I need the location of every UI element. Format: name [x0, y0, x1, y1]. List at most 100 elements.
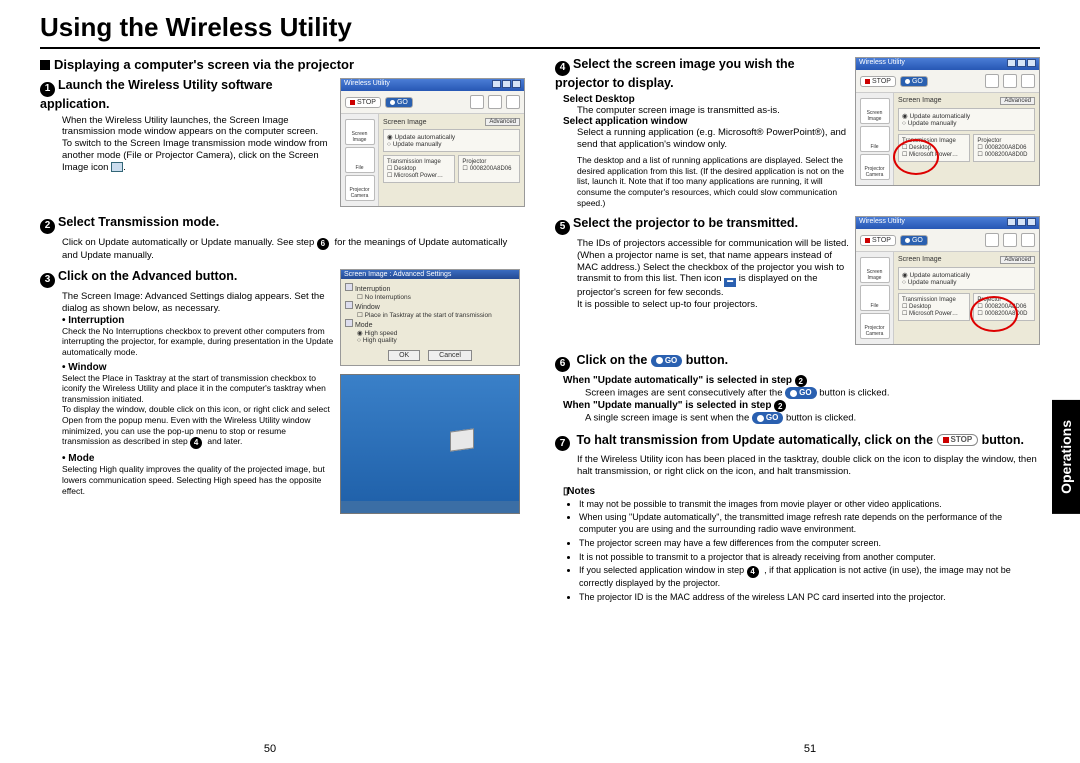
advanced-button[interactable]: Advanced: [1000, 97, 1035, 105]
projector-item[interactable]: 0008200A8D06: [977, 144, 1031, 151]
toolbar-icon[interactable]: [985, 74, 999, 88]
notes-heading: Notes: [563, 486, 1040, 497]
update-auto-radio[interactable]: Update automatically: [902, 112, 1031, 120]
note-item: It may not be possible to transmit the i…: [579, 499, 1040, 511]
window-body2: To display the window, double click on t…: [62, 404, 334, 449]
window-buttons[interactable]: [1006, 218, 1036, 228]
screen-image-icon: [111, 162, 123, 172]
select-appwin-label: Select application window: [563, 116, 849, 127]
step7-body: If the Wireless Utility icon has been pl…: [577, 454, 1040, 478]
go-button-inline: GO: [785, 387, 816, 399]
high-speed-radio[interactable]: High speed: [357, 329, 515, 337]
high-quality-radio[interactable]: High quality: [357, 337, 515, 344]
step2-number-icon: 2: [40, 219, 55, 234]
window-label: Window: [62, 362, 334, 373]
projector-badge-icon: ▬: [724, 278, 736, 287]
step5-heading: 5Select the projector to be transmitted.: [555, 216, 849, 235]
step1-number-icon: 1: [40, 82, 55, 97]
cancel-button[interactable]: Cancel: [428, 350, 472, 361]
side-screen-image-icon[interactable]: Screen Image: [345, 119, 375, 145]
mspower-check[interactable]: Microsoft Power…: [387, 172, 451, 179]
stop-button[interactable]: STOP: [345, 97, 381, 108]
wireless-utility-window-shot-3: Wireless Utility STOP GO Screen Image Fi…: [855, 216, 1040, 345]
left-column: Displaying a computer's screen via the p…: [40, 57, 525, 606]
toolbar-icon[interactable]: [488, 95, 502, 109]
page-number-left: 50: [0, 743, 540, 755]
dlg-interruption-label: Interruption: [345, 283, 515, 293]
step3-body: The Screen Image: Advanced Settings dial…: [62, 291, 334, 315]
side-file-icon[interactable]: File: [860, 126, 890, 152]
mspower-check[interactable]: Microsoft Power…: [902, 310, 966, 317]
note-item: It is not possible to transmit to a proj…: [579, 552, 1040, 564]
projector-item[interactable]: 0008200A8D06: [462, 165, 516, 172]
highlight-circle-icon: [970, 296, 1018, 332]
side-camera-icon[interactable]: Projector Camera: [860, 313, 890, 339]
note-item: The projector ID is the MAC address of t…: [579, 592, 1040, 604]
step1-body2: To switch to the Screen Image transmissi…: [62, 138, 334, 174]
update-auto-body: Screen images are sent consecutively aft…: [585, 387, 1040, 399]
step-ref-2-icon: 2: [774, 400, 786, 412]
step4-number-icon: 4: [555, 61, 570, 76]
update-auto-radio[interactable]: Update automatically: [902, 271, 1031, 279]
stop-button[interactable]: STOP: [860, 76, 896, 87]
section-heading: Displaying a computer's screen via the p…: [40, 57, 525, 72]
step-ref-4-icon: 4: [747, 566, 759, 578]
right-column: 4Select the screen image you wish the pr…: [555, 57, 1040, 606]
step2-heading: 2Select Transmission mode.: [40, 215, 525, 234]
stop-button[interactable]: STOP: [860, 235, 896, 246]
side-file-icon[interactable]: File: [860, 285, 890, 311]
advanced-button[interactable]: Advanced: [485, 118, 520, 126]
highlight-circle-icon: [893, 139, 939, 175]
advanced-button[interactable]: Advanced: [1000, 256, 1035, 264]
step4-heading: 4Select the screen image you wish the pr…: [555, 57, 849, 91]
step4-fine: The desktop and a list of running applic…: [577, 155, 849, 208]
side-screen-image-icon[interactable]: Screen Image: [860, 98, 890, 124]
step1-body: When the Wireless Utility launches, the …: [62, 115, 334, 139]
toolbar-icon[interactable]: [1003, 74, 1017, 88]
go-button[interactable]: GO: [900, 235, 928, 246]
window-buttons[interactable]: [491, 80, 521, 90]
side-tab-operations: Operations: [1052, 400, 1080, 514]
window-buttons[interactable]: [1006, 59, 1036, 69]
place-tasktray-check[interactable]: Place in Tasktray at the start of transm…: [357, 311, 515, 319]
go-button[interactable]: GO: [900, 76, 928, 87]
note-item: When using "Update automatically", the t…: [579, 512, 1040, 535]
desktop-check[interactable]: Desktop: [387, 165, 451, 172]
step5-body: The IDs of projectors accessible for com…: [577, 238, 849, 300]
side-camera-icon[interactable]: Projector Camera: [345, 175, 375, 201]
tray-projector-icon[interactable]: [450, 429, 474, 452]
toolbar-icon[interactable]: [1021, 233, 1035, 247]
no-interruptions-check[interactable]: No Interruptions: [357, 293, 515, 301]
advanced-settings-dialog-shot: Screen Image : Advanced Settings Interru…: [340, 269, 520, 366]
select-desktop-body: The computer screen image is transmitted…: [577, 105, 849, 117]
update-manual-radio[interactable]: Update manually: [902, 279, 1031, 286]
interruption-body: Check the No Interruptions checkbox to p…: [62, 326, 334, 358]
projector-item[interactable]: 0008200A8D0D: [977, 151, 1031, 158]
toolbar-icon[interactable]: [470, 95, 484, 109]
update-manual-radio[interactable]: Update manually: [387, 141, 516, 148]
mode-body: Selecting High quality improves the qual…: [62, 464, 334, 496]
step5-number-icon: 5: [555, 220, 570, 235]
desktop-check[interactable]: Desktop: [902, 303, 966, 310]
dlg-mode-label: Mode: [345, 319, 515, 329]
go-button[interactable]: GO: [385, 97, 413, 108]
toolbar-icon[interactable]: [1003, 233, 1017, 247]
update-auto-radio[interactable]: Update automatically: [387, 133, 516, 141]
page-number-right: 51: [540, 743, 1080, 755]
toolbar-icon[interactable]: [985, 233, 999, 247]
side-file-icon[interactable]: File: [345, 147, 375, 173]
step6-number-icon: 6: [555, 357, 570, 372]
toolbar-icon[interactable]: [506, 95, 520, 109]
mode-label: Mode: [62, 453, 334, 464]
dialog-title: Screen Image : Advanced Settings: [344, 271, 451, 278]
side-camera-icon[interactable]: Projector Camera: [860, 154, 890, 180]
ok-button[interactable]: OK: [388, 350, 420, 361]
note-item: If you selected application window in st…: [579, 565, 1040, 590]
update-manual-radio[interactable]: Update manually: [902, 120, 1031, 127]
step1-heading: 1Launch the Wireless Utility software ap…: [40, 78, 334, 112]
update-manual-sub: When "Update manually" is selected in st…: [563, 400, 1040, 413]
side-screen-image-icon[interactable]: Screen Image: [860, 257, 890, 283]
step7-number-icon: 7: [555, 436, 570, 451]
go-button-inline: GO: [752, 412, 783, 424]
toolbar-icon[interactable]: [1021, 74, 1035, 88]
